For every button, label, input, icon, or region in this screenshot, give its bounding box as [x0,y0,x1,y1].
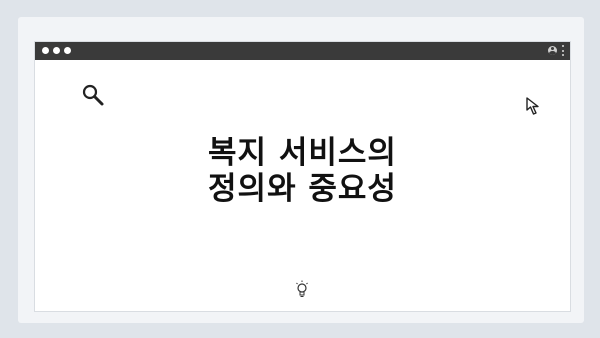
headline-line-2: 정의와 중요성 [208,171,397,207]
cursor-arrow-icon [526,97,539,115]
kebab-menu-icon[interactable] [561,45,564,56]
headline-line-1: 복지 서비스의 [208,135,397,171]
minimize-window-button[interactable] [53,47,60,54]
slide-headline: 복지 서비스의 정의와 중요성 [35,135,570,207]
profile-icon[interactable] [548,46,557,55]
window-titlebar [35,42,570,60]
window-controls [42,47,71,54]
browser-window: 복지 서비스의 정의와 중요성 [34,41,571,312]
close-window-button[interactable] [42,47,49,54]
maximize-window-button[interactable] [64,47,71,54]
search-icon [82,84,104,106]
lightbulb-icon [296,280,308,297]
titlebar-actions [548,45,564,56]
